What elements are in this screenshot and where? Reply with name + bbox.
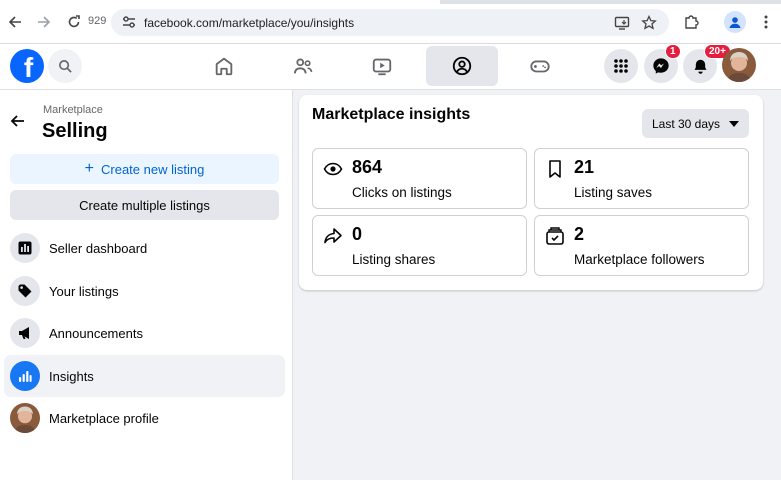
sidebar-item-label: Your listings xyxy=(49,283,119,299)
avatar xyxy=(722,48,756,82)
stat-label: Marketplace followers xyxy=(574,252,705,267)
sidebar-item-label: Announcements xyxy=(49,325,143,341)
reload-icon[interactable] xyxy=(64,12,84,32)
stat-listing-shares: 0 Listing shares xyxy=(312,215,527,276)
left-sidebar: Marketplace Selling + Create new listing… xyxy=(0,90,293,480)
url-text[interactable]: facebook.com/marketplace/you/insights xyxy=(144,16,354,30)
insights-card: Marketplace insights Last 30 days 864 Cl… xyxy=(299,95,763,290)
messenger-badge: 1 xyxy=(665,44,681,59)
sidebar-item-marketplace-profile[interactable]: Marketplace profile xyxy=(4,397,285,439)
stat-value: 864 xyxy=(352,157,383,177)
eye-icon xyxy=(323,159,343,179)
sidebar-item-announcements[interactable]: Announcements xyxy=(4,312,285,354)
tag-icon xyxy=(10,276,40,306)
tab-home[interactable] xyxy=(188,46,260,86)
back-arrow-icon[interactable] xyxy=(5,12,25,32)
address-bar[interactable]: facebook.com/marketplace/you/insights xyxy=(111,9,669,36)
sidebar-item-insights[interactable]: Insights xyxy=(4,355,285,397)
stat-label: Listing saves xyxy=(574,185,653,200)
gamepad-icon xyxy=(530,60,550,73)
browser-menu-icon[interactable] xyxy=(756,12,776,32)
followers-icon xyxy=(545,226,565,246)
breadcrumb[interactable]: Marketplace xyxy=(43,104,103,116)
tab-video[interactable] xyxy=(346,46,418,86)
search-icon xyxy=(58,59,72,73)
tab-friends[interactable] xyxy=(267,46,339,86)
stat-value: 2 xyxy=(574,224,585,244)
menu-button[interactable] xyxy=(604,49,638,83)
install-app-icon[interactable] xyxy=(614,15,630,31)
browser-profile-icon[interactable] xyxy=(724,11,746,33)
stat-label: Clicks on listings xyxy=(352,185,452,200)
stat-listing-saves: 21 Listing saves xyxy=(534,148,749,209)
sidebar-item-label: Insights xyxy=(49,368,94,384)
plus-icon: + xyxy=(84,160,94,177)
page-title: Selling xyxy=(42,120,108,142)
star-bookmark-icon[interactable] xyxy=(641,15,657,31)
date-range-dropdown[interactable]: Last 30 days xyxy=(642,109,749,138)
create-multiple-listings-button[interactable]: Create multiple listings xyxy=(10,190,279,220)
share-icon xyxy=(323,226,343,246)
create-multiple-listings-label: Create multiple listings xyxy=(79,197,210,213)
sidebar-item-your-listings[interactable]: Your listings xyxy=(4,270,285,312)
account-avatar[interactable] xyxy=(722,48,756,82)
facebook-header: f 1 20+ xyxy=(0,44,781,90)
back-arrow-icon[interactable] xyxy=(9,112,27,130)
browser-toolbar: 929 facebook.com/marketplace/you/insight… xyxy=(0,0,781,44)
grid-menu-icon xyxy=(614,59,628,73)
site-info-icon[interactable] xyxy=(121,14,137,30)
video-icon xyxy=(372,58,392,76)
caret-down-icon xyxy=(729,120,740,127)
sidebar-item-label: Seller dashboard xyxy=(49,240,148,256)
bar-chart-icon xyxy=(10,361,40,391)
tab-strip xyxy=(0,0,781,4)
tab-marketplace[interactable] xyxy=(426,46,498,86)
stat-value: 21 xyxy=(574,157,595,177)
bell-icon xyxy=(694,59,706,74)
marketplace-icon xyxy=(452,56,472,76)
stat-value: 0 xyxy=(352,224,363,244)
avatar xyxy=(10,403,40,433)
stat-clicks-on-listings: 864 Clicks on listings xyxy=(312,148,527,209)
megaphone-icon xyxy=(10,318,40,348)
bookmark-icon xyxy=(545,159,565,179)
home-icon xyxy=(215,57,233,76)
extensions-icon[interactable] xyxy=(681,12,701,32)
create-new-listing-label: Create new listing xyxy=(101,161,205,177)
facebook-logo[interactable]: f xyxy=(10,49,44,83)
search-button[interactable] xyxy=(48,49,82,83)
sidebar-item-label: Marketplace profile xyxy=(49,410,159,426)
sidebar-item-seller-dashboard[interactable]: Seller dashboard xyxy=(4,227,285,269)
reload-count: 929 xyxy=(88,15,107,27)
stat-marketplace-followers: 2 Marketplace followers xyxy=(534,215,749,276)
tab-gaming[interactable] xyxy=(504,46,576,86)
dashboard-icon xyxy=(10,233,40,263)
friends-icon xyxy=(293,58,313,74)
messenger-icon xyxy=(653,58,669,74)
insights-title: Marketplace insights xyxy=(312,106,471,123)
stat-label: Listing shares xyxy=(352,252,436,267)
date-range-label: Last 30 days xyxy=(651,116,721,131)
create-new-listing-button[interactable]: + Create new listing xyxy=(10,154,279,184)
forward-arrow-icon[interactable] xyxy=(34,12,54,32)
